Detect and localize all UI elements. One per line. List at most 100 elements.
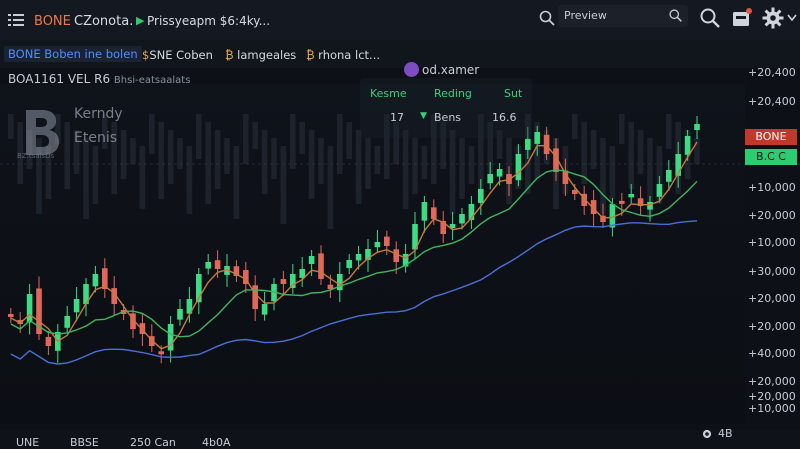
candle xyxy=(355,254,362,261)
candle xyxy=(525,139,531,150)
time-label: 250 Can xyxy=(130,436,176,449)
up-arrow-icon: ▶ xyxy=(136,14,145,27)
candle xyxy=(64,316,70,328)
price-axis-label: +30,000 xyxy=(748,265,796,278)
background-bar xyxy=(609,146,616,199)
background-bar xyxy=(158,122,164,199)
background-bar xyxy=(402,130,409,209)
background-bar xyxy=(694,138,700,164)
candle xyxy=(619,200,625,204)
settings-gear-icon[interactable] xyxy=(700,427,714,441)
background-bar xyxy=(337,114,343,174)
candle xyxy=(656,184,663,197)
background-bar xyxy=(637,130,644,174)
inbox-icon[interactable] xyxy=(730,6,754,30)
candle xyxy=(515,154,522,181)
background-bar xyxy=(628,122,634,189)
background-bar xyxy=(299,122,305,154)
background-bar xyxy=(167,130,174,184)
last-price-tag: BONE xyxy=(745,129,797,145)
background-bar xyxy=(346,122,352,159)
tab-lamgeales[interactable]: ₿ lamgeales xyxy=(225,48,296,62)
chevron-down-icon[interactable] xyxy=(787,14,797,22)
background-bar xyxy=(177,138,183,169)
candle xyxy=(478,189,484,203)
price-axis-label: +20,400 xyxy=(748,95,796,108)
legend-label-kesme: Kesme xyxy=(370,87,407,100)
price-axis-label: +20,000 xyxy=(748,375,796,388)
candle xyxy=(346,260,352,269)
candle xyxy=(431,207,437,219)
tab-sne-coben[interactable]: $SNE Coben xyxy=(142,48,213,62)
background-bar xyxy=(92,146,99,204)
search-icon[interactable] xyxy=(668,8,683,23)
pair-name: CZonota. xyxy=(74,14,134,29)
legend-value-3: 16.6 xyxy=(492,111,517,124)
background-bar xyxy=(120,130,127,179)
exchange-badge-icon xyxy=(404,62,419,77)
price-axis-label: +40,000 xyxy=(748,347,796,360)
candle xyxy=(92,274,99,287)
price-axis-label: +20,400 xyxy=(748,66,796,79)
price-axis-label: +20,000 xyxy=(748,320,796,333)
interval-count: 4B xyxy=(718,427,733,440)
background-bar xyxy=(186,146,193,214)
background-bar xyxy=(600,138,606,214)
price-axis-label: +20,000 xyxy=(748,209,796,222)
price-axis-label: +20,000 xyxy=(748,292,796,305)
search-input[interactable]: Preview xyxy=(558,5,688,27)
background-bar xyxy=(355,130,362,204)
candle xyxy=(374,242,381,248)
background-bar xyxy=(412,138,418,194)
search-placeholder: Preview xyxy=(564,9,607,22)
candle xyxy=(628,194,634,198)
background-bar xyxy=(666,114,672,149)
candle xyxy=(205,262,211,269)
symbol-label[interactable]: BONE xyxy=(34,14,71,29)
background-bar xyxy=(83,138,89,219)
background-bar xyxy=(214,130,221,189)
price-axis-label: +10,000 xyxy=(748,402,796,415)
background-bar xyxy=(581,122,587,184)
background-bar xyxy=(8,114,14,139)
background-bar xyxy=(261,130,268,194)
legend-value-2: Bens xyxy=(434,111,462,124)
watermark-subtitle: Etenis xyxy=(74,130,118,146)
menu-icon[interactable] xyxy=(8,12,24,28)
search-icon[interactable] xyxy=(698,6,722,30)
search-icon[interactable] xyxy=(538,9,556,27)
candle xyxy=(684,136,691,155)
background-bar xyxy=(421,146,428,179)
bid-price-tag: B.C C xyxy=(745,149,797,165)
background-bar xyxy=(280,146,287,224)
candle xyxy=(158,351,164,355)
watermark-title: Kerndy xyxy=(74,106,123,122)
candle xyxy=(534,132,540,144)
candle xyxy=(666,170,672,182)
background-bar xyxy=(139,146,146,209)
candle xyxy=(45,336,52,346)
tab-bone[interactable]: BONE Boben ine bolen xyxy=(4,46,142,62)
background-bar xyxy=(365,138,371,189)
candle xyxy=(299,269,305,278)
background-bar xyxy=(243,114,249,164)
candle xyxy=(261,304,268,315)
candle xyxy=(252,285,258,309)
time-axis[interactable] xyxy=(0,430,800,449)
background-bar xyxy=(449,130,456,214)
background-bar xyxy=(252,122,258,149)
settings-gear-icon[interactable] xyxy=(761,6,785,30)
background-bar xyxy=(468,146,475,184)
candle xyxy=(459,214,465,224)
caret-down-icon: ▼ xyxy=(420,111,427,121)
price-summary: Prissyeapm $6:4ky... xyxy=(147,14,271,28)
price-axis-label: +10,000 xyxy=(748,181,796,194)
tab-rhona[interactable]: ₿ rhona lct... xyxy=(306,48,380,62)
watermark-caption: BZ.tsalsDs xyxy=(17,152,55,160)
legend-label-reding: Reding xyxy=(434,87,472,100)
background-bar xyxy=(308,130,315,199)
candle xyxy=(280,279,287,284)
candle xyxy=(694,124,700,131)
background-bar xyxy=(290,114,296,169)
candle xyxy=(73,299,80,313)
